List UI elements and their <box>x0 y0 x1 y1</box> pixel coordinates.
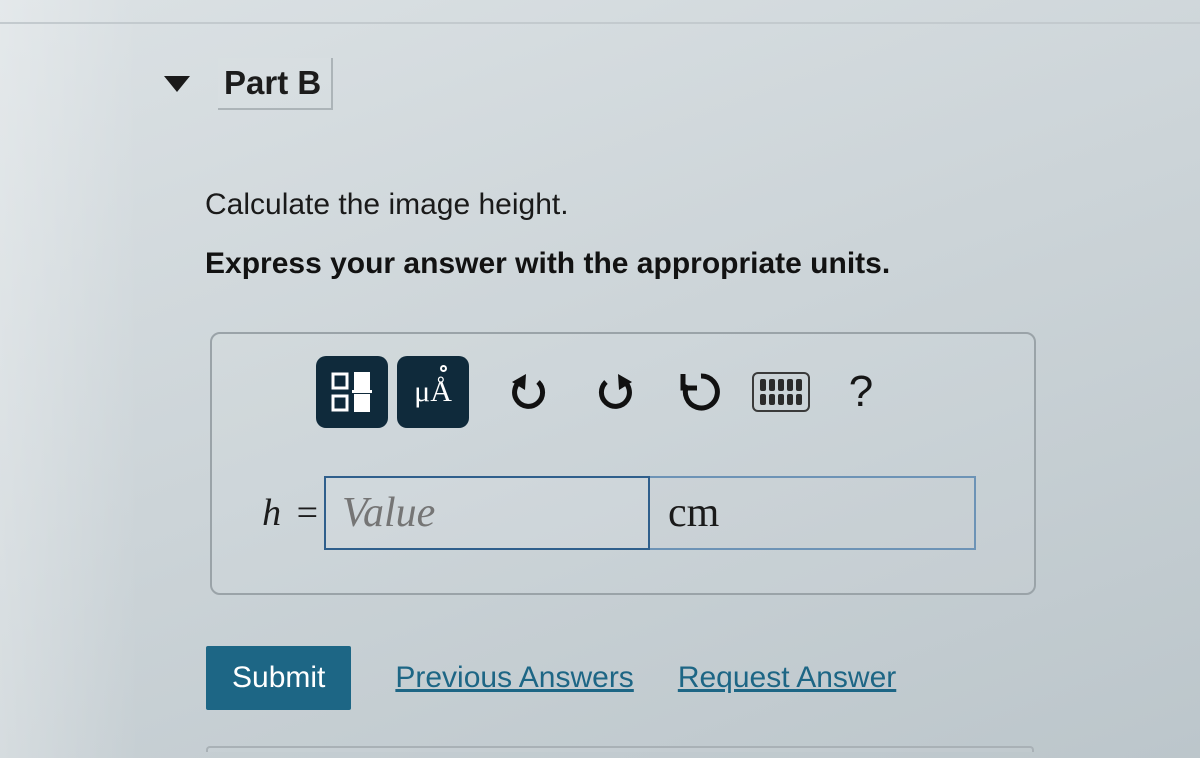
templates-button[interactable] <box>316 356 388 428</box>
units-button[interactable]: μÅ <box>397 356 469 428</box>
question-instruction: Express your answer with the appropriate… <box>205 247 890 281</box>
units-button-label: μÅ <box>414 375 452 409</box>
equals-sign: = <box>291 492 318 534</box>
part-label: Part B <box>218 58 333 110</box>
unit-label: cm <box>668 489 719 537</box>
collapse-caret-icon[interactable] <box>164 76 190 92</box>
unit-input[interactable]: cm <box>650 476 976 550</box>
variable-symbol: h <box>262 492 281 534</box>
top-divider <box>0 22 1200 24</box>
keyboard-button[interactable] <box>752 372 810 412</box>
question-prompt: Calculate the image height. <box>205 188 569 222</box>
help-button[interactable]: ? <box>826 356 896 428</box>
redo-button[interactable] <box>580 356 650 428</box>
undo-icon <box>506 372 552 412</box>
reset-icon <box>679 370 723 414</box>
part-header[interactable]: Part B <box>164 58 333 110</box>
undo-button[interactable] <box>494 356 564 428</box>
screen-sheen <box>0 0 140 758</box>
equation-toolbar: μÅ ? <box>316 356 896 428</box>
actions-row: Submit Previous Answers Request Answer <box>206 646 896 710</box>
value-input[interactable] <box>324 476 650 550</box>
keyboard-icon <box>754 374 808 410</box>
templates-icon <box>328 368 376 416</box>
ring-accent-icon <box>440 365 447 372</box>
bottom-panel-edge <box>206 746 1034 752</box>
submit-button[interactable]: Submit <box>206 646 351 710</box>
reset-button[interactable] <box>666 356 736 428</box>
request-answer-link[interactable]: Request Answer <box>678 661 896 695</box>
variable-label: h = <box>212 491 324 535</box>
redo-icon <box>592 372 638 412</box>
answer-panel: μÅ ? <box>210 332 1036 595</box>
answer-input-row: h = cm <box>212 476 1034 550</box>
previous-answers-link[interactable]: Previous Answers <box>395 661 633 695</box>
